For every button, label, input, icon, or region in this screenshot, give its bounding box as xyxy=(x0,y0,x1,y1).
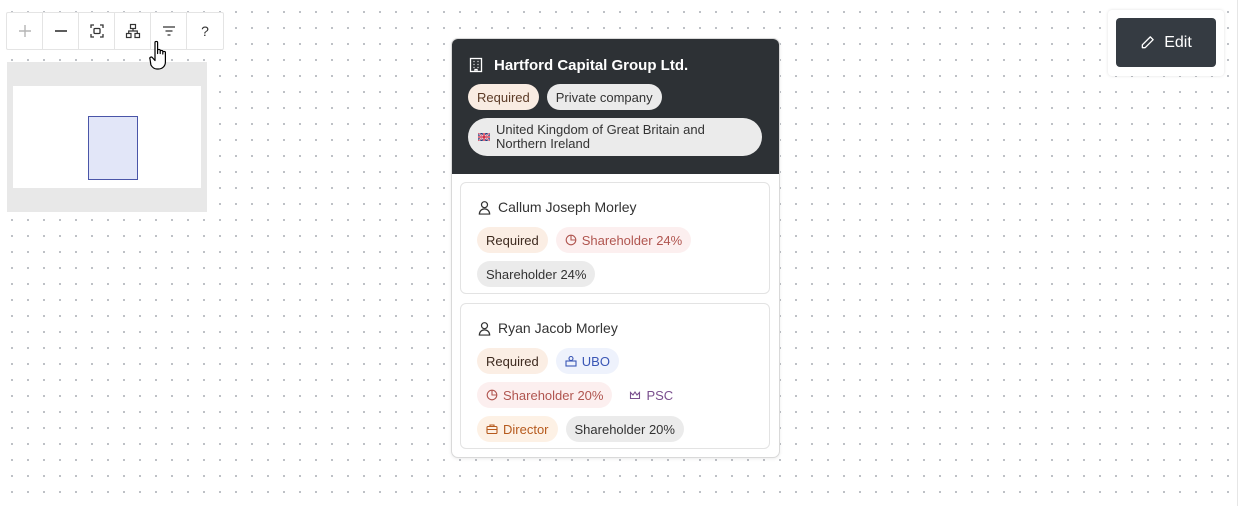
layout-button[interactable] xyxy=(115,13,151,49)
uk-flag-icon xyxy=(478,132,490,142)
psc-badge: PSC xyxy=(620,382,683,408)
required-badge: Required xyxy=(477,227,548,253)
ubo-icon xyxy=(565,355,577,367)
briefcase-icon xyxy=(486,424,498,435)
zoom-out-button[interactable] xyxy=(43,13,79,49)
company-type-label: Private company xyxy=(555,89,653,105)
required-badge-label: Required xyxy=(486,353,539,369)
person-name: Ryan Jacob Morley xyxy=(498,320,618,336)
help-label: ? xyxy=(201,23,209,39)
pencil-icon xyxy=(1141,36,1154,49)
building-icon xyxy=(469,57,483,73)
zoom-in-button[interactable] xyxy=(7,13,43,49)
edit-button-label: Edit xyxy=(1164,33,1192,51)
entity-card[interactable]: Hartford Capital Group Ltd. Required Pri… xyxy=(451,38,780,458)
hierarchy-icon xyxy=(125,23,140,39)
user-icon xyxy=(478,321,491,336)
ubo-badge: UBO xyxy=(555,348,619,374)
shareholder-role-label: Shareholder 24% xyxy=(581,232,683,248)
user-icon xyxy=(478,200,491,215)
help-button[interactable]: ? xyxy=(187,13,223,49)
company-header[interactable]: Hartford Capital Group Ltd. Required Pri… xyxy=(452,39,779,174)
company-name: Hartford Capital Group Ltd. xyxy=(494,56,689,74)
filter-icon xyxy=(162,26,175,36)
minimap[interactable] xyxy=(7,62,207,212)
edit-panel: Edit xyxy=(1108,10,1224,76)
pie-chart-icon xyxy=(565,234,577,246)
shareholder-role-label: Shareholder 20% xyxy=(503,387,604,403)
edit-button[interactable]: Edit xyxy=(1116,18,1216,67)
required-badge-label: Required xyxy=(477,89,530,105)
shareholder-role-badge: Shareholder 20% xyxy=(477,382,613,408)
country-label: United Kingdom of Great Britain and Nort… xyxy=(496,122,705,151)
minimap-canvas xyxy=(13,86,201,188)
director-label: Director xyxy=(503,421,549,437)
minus-icon xyxy=(54,30,67,32)
crown-icon xyxy=(630,391,641,400)
canvas-edge xyxy=(1237,0,1251,506)
person-card[interactable]: Callum Joseph Morley Required Shareholde… xyxy=(460,182,770,294)
shareholder-badge: Shareholder 20% xyxy=(565,416,684,442)
pie-chart-icon xyxy=(486,389,498,401)
fit-view-button[interactable] xyxy=(79,13,115,49)
canvas-toolbar: ? xyxy=(6,12,224,50)
director-badge: Director xyxy=(477,416,558,442)
minimap-viewport[interactable] xyxy=(88,116,138,180)
shareholder-label: Shareholder 20% xyxy=(574,421,675,437)
company-type-badge: Private company xyxy=(546,84,662,110)
person-card[interactable]: Ryan Jacob Morley Required UBO Sharehold… xyxy=(460,303,770,449)
plus-icon xyxy=(18,25,31,37)
shareholder-role-badge: Shareholder 24% xyxy=(555,227,692,253)
required-badge: Required xyxy=(468,84,539,110)
person-name: Callum Joseph Morley xyxy=(498,199,637,215)
ubo-label: UBO xyxy=(581,353,610,369)
shareholder-badge: Shareholder 24% xyxy=(477,261,596,287)
psc-label: PSC xyxy=(646,387,674,403)
hand-cursor-icon xyxy=(149,40,166,70)
country-badge: United Kingdom of Great Britain and Nort… xyxy=(468,118,762,156)
required-badge: Required xyxy=(477,348,548,374)
shareholder-label: Shareholder 24% xyxy=(486,266,587,282)
required-badge-label: Required xyxy=(486,232,539,248)
fit-view-icon xyxy=(89,24,104,38)
